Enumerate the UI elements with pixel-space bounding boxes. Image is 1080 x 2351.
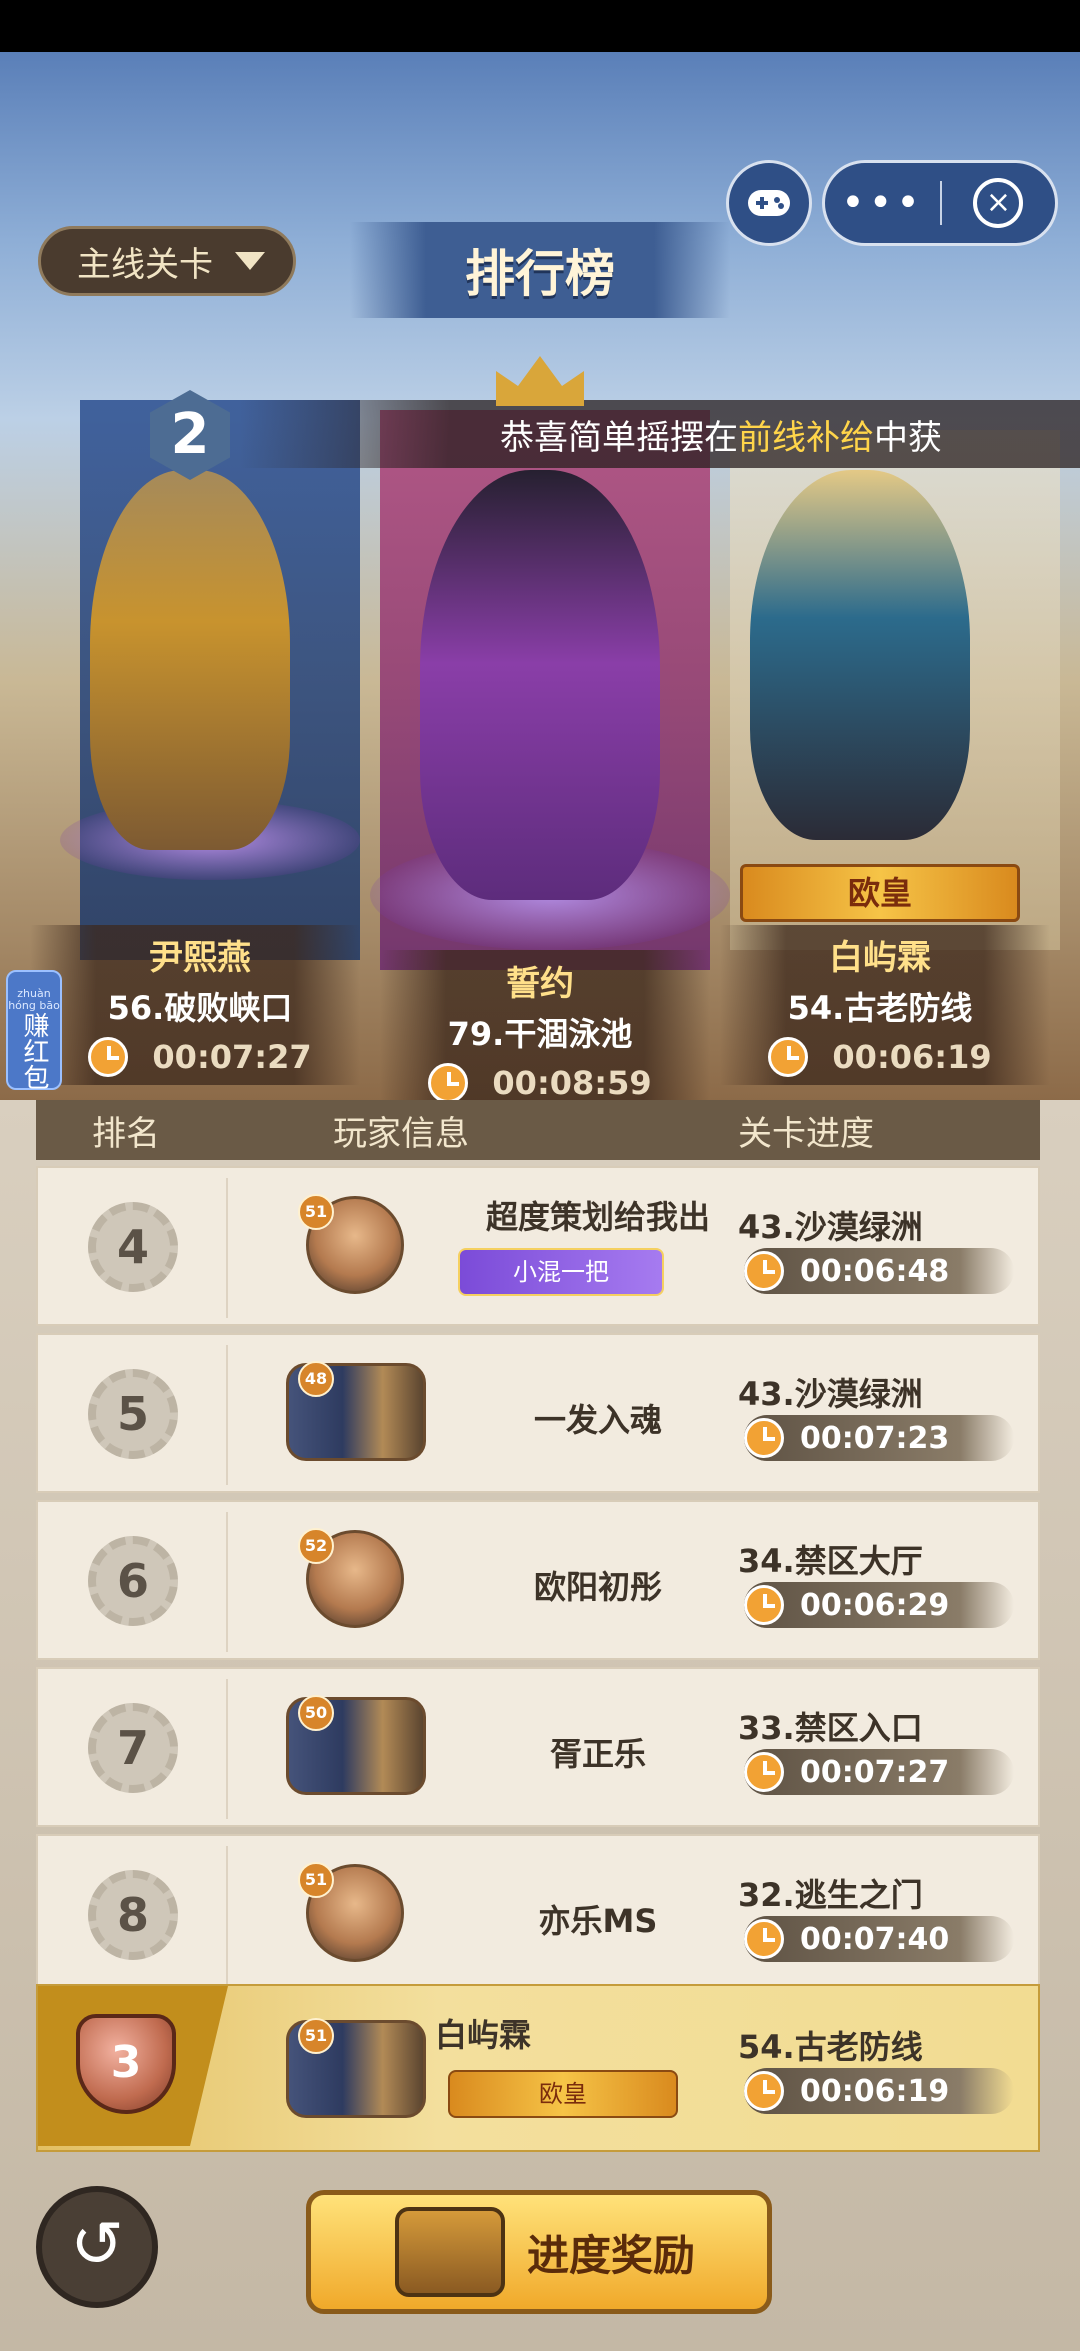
player-name: 一发入魂 [533, 1401, 662, 1439]
trophy-area: 3 [38, 1986, 228, 2146]
hero-character-left[interactable] [90, 470, 290, 850]
status-bar [0, 0, 1080, 52]
clear-time: 00:06:19 [800, 2073, 950, 2109]
progress-reward-button[interactable]: 进度奖励 [306, 2190, 772, 2314]
podium-rank-1[interactable]: 誓约 79.干涸泳池 00:08:59 [390, 956, 690, 1103]
close-button[interactable]: × [942, 178, 1055, 228]
page-title-banner: 排行榜 [350, 222, 730, 318]
congrats-highlight: 前线补给 [738, 417, 874, 458]
clock-icon [744, 1585, 784, 1625]
clear-time: 00:07:40 [800, 1921, 950, 1957]
chevron-down-icon [235, 252, 265, 270]
page-title: 排行榜 [465, 245, 615, 303]
divider [226, 1846, 228, 1986]
hero-character-center[interactable] [420, 470, 660, 900]
stage-progress: 54.古老防线 [738, 2028, 923, 2066]
table-row[interactable]: 5 48 一发入魂 43.沙漠绿洲 00:07:23 [36, 1333, 1040, 1493]
divider [226, 1345, 228, 1485]
player-name: 超度策划给我出 [485, 1198, 710, 1236]
gamepad-button[interactable] [726, 160, 812, 246]
miniprogram-capsule: ••• × [822, 160, 1058, 246]
stage-progress: 43.沙漠绿洲 [738, 1208, 923, 1246]
player-name: 胥正乐 [549, 1735, 646, 1773]
podium-player-name: 尹熙燕 [149, 938, 251, 978]
divider [226, 1178, 228, 1318]
table-row[interactable]: 6 52 欧阳初彤 34.禁区大厅 00:06:29 [36, 1500, 1040, 1660]
table-row[interactable]: 4 51 超度策划给我出 小混一把 43.沙漠绿洲 00:06:48 [36, 1166, 1040, 1326]
clear-time: 00:07:27 [800, 1754, 950, 1790]
red-packet-button[interactable]: zhuàn hóng bāo 赚红包 [6, 970, 62, 1090]
level-badge: 48 [298, 1361, 334, 1397]
rank-number: 8 [88, 1870, 178, 1960]
header-player: 玩家信息 [333, 1113, 469, 1154]
leaderboard-header: 排名 玩家信息 关卡进度 [36, 1100, 1040, 1160]
congrats-prefix: 恭喜简单摇摆在 [500, 417, 738, 458]
podium-time: 00:06:19 [832, 1038, 992, 1076]
stage-progress: 34.禁区大厅 [738, 1542, 923, 1580]
clear-time: 00:06:48 [800, 1253, 950, 1289]
my-rank-row[interactable]: 3 51 白屿霖 欧皇 54.古老防线 00:06:19 [36, 1984, 1040, 2152]
stage-progress: 32.逃生之门 [738, 1876, 923, 1914]
treasure-chest-icon [395, 2207, 505, 2297]
header-rank: 排名 [92, 1113, 160, 1154]
rank-number: 6 [88, 1536, 178, 1626]
gamepad-icon [748, 190, 790, 216]
trophy-icon: 3 [76, 2014, 176, 2114]
clear-time: 00:06:29 [800, 1587, 950, 1623]
clock-icon [744, 1919, 784, 1959]
divider [226, 1512, 228, 1652]
player-name: 欧阳初彤 [533, 1568, 662, 1606]
podium-player-name: 白屿霖 [829, 938, 931, 978]
close-icon: × [973, 178, 1024, 228]
podium-time: 00:07:27 [152, 1038, 312, 1076]
podium-stage: 56.破败峡口 [107, 989, 293, 1027]
stage-progress: 33.禁区入口 [738, 1709, 923, 1747]
clock-icon [768, 1037, 809, 1077]
progress-reward-label: 进度奖励 [527, 2230, 696, 2280]
rank-number: 5 [88, 1369, 178, 1459]
clock-icon [744, 2071, 784, 2111]
congrats-marquee: 恭喜简单摇摆在 前线补给 中获 [240, 400, 1080, 468]
rank-number: 7 [88, 1703, 178, 1793]
clear-time: 00:07:23 [800, 1420, 950, 1456]
stage-progress: 43.沙漠绿洲 [738, 1375, 923, 1413]
stage-mode-dropdown[interactable]: 主线关卡 [38, 226, 296, 296]
red-packet-pinyin: zhuàn hóng bāo [8, 987, 60, 1012]
player-title-tag: 小混一把 [458, 1248, 664, 1296]
table-row[interactable]: 7 50 胥正乐 33.禁区入口 00:07:27 [36, 1667, 1040, 1827]
podium-player-name: 誓约 [506, 964, 574, 1004]
podium-stage: 54.古老防线 [787, 989, 973, 1027]
back-button[interactable]: ↺ [36, 2186, 158, 2308]
table-row[interactable]: 8 51 亦乐MS 32.逃生之门 00:07:40 [36, 1834, 1040, 1994]
podium-rank-3[interactable]: 白屿霖 54.古老防线 00:06:19 [730, 930, 1030, 1077]
header-progress: 关卡进度 [738, 1113, 874, 1154]
clock-icon [88, 1037, 129, 1077]
level-badge: 52 [298, 1528, 334, 1564]
player-name: 亦乐MS [538, 1902, 658, 1940]
level-badge: 51 [298, 1862, 334, 1898]
congrats-suffix: 中获 [874, 417, 942, 458]
level-badge: 50 [298, 1695, 334, 1731]
player-name: 白屿霖 [434, 2016, 531, 2054]
hero-character-right[interactable] [750, 470, 970, 840]
divider [226, 1679, 228, 1819]
back-arrow-icon: ↺ [70, 2208, 124, 2282]
player-title-tag: 欧皇 [448, 2070, 678, 2118]
stage-mode-label: 主线关卡 [77, 244, 213, 285]
clock-icon [428, 1063, 469, 1103]
more-menu-button[interactable]: ••• [825, 163, 940, 243]
clock-icon [744, 1418, 784, 1458]
podium-stage: 79.干涸泳池 [447, 1015, 633, 1053]
clock-icon [744, 1251, 784, 1291]
level-badge: 51 [298, 1194, 334, 1230]
red-packet-label: 赚红包 [19, 1012, 49, 1090]
podium-time: 00:08:59 [492, 1064, 652, 1102]
podium-rank-2[interactable]: 尹熙燕 56.破败峡口 00:07:27 [50, 930, 350, 1077]
rank-number: 4 [88, 1202, 178, 1292]
clock-icon [744, 1752, 784, 1792]
podium-title-tag: 欧皇 [740, 864, 1020, 922]
